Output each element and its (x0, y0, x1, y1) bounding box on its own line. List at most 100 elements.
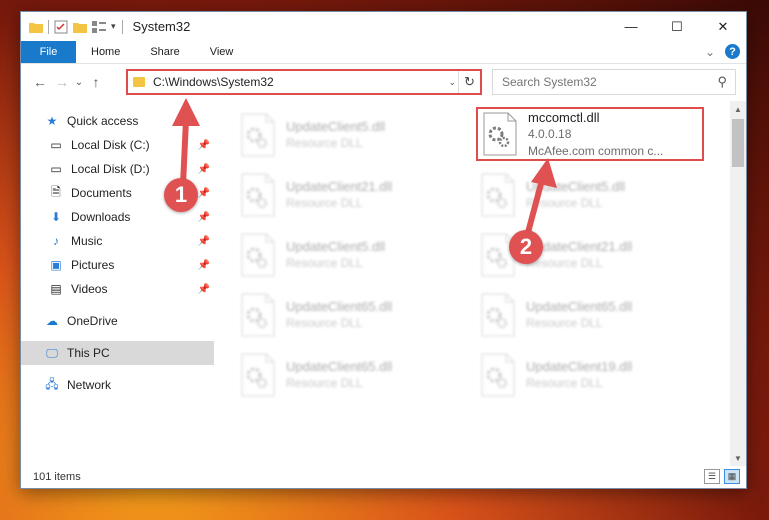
file-tile[interactable]: UpdateClient65.dll Resource DLL (476, 287, 708, 343)
customize-toolbar-icon[interactable]: ▾ (111, 21, 116, 32)
sidebar-item-label: Downloads (71, 210, 131, 224)
file-info: UpdateClient5.dll Resource DLL (286, 118, 385, 152)
up-button[interactable]: ↑ (85, 74, 107, 90)
ribbon-right-controls: ⌄ ? (705, 44, 740, 59)
file-tile[interactable]: UpdateClient65.dll Resource DLL (236, 347, 468, 403)
minimize-button[interactable]: — (608, 12, 654, 41)
sidebar-item-local-disk-c[interactable]: ▭ Local Disk (C:) 📌 (21, 133, 214, 157)
file-description: Resource DLL (286, 136, 363, 150)
sidebar-item-pictures[interactable]: ▣ Pictures 📌 (21, 253, 214, 277)
cloud-icon: ☁ (46, 314, 58, 328)
sidebar-item-videos[interactable]: ▤ Videos 📌 (21, 277, 214, 301)
tab-share[interactable]: Share (135, 41, 194, 63)
file-tile[interactable]: UpdateClient21.dll Resource DLL (236, 167, 468, 223)
dll-file-icon (241, 113, 275, 157)
item-count: 101 items (33, 471, 81, 483)
details-view-icon[interactable]: ☰ (704, 469, 720, 484)
file-tile-selected[interactable]: mccomctl.dll 4.0.0.18 McAfee.com common c.… (476, 107, 704, 161)
sidebar-item-label: Pictures (71, 258, 115, 272)
help-icon[interactable]: ? (725, 44, 740, 59)
file-description: Resource DLL (286, 316, 363, 330)
file-name: UpdateClient65.dll (286, 359, 393, 374)
address-path[interactable]: C:\Windows\System32 (153, 75, 274, 89)
search-box[interactable]: ⚲ (492, 69, 736, 95)
expand-ribbon-icon[interactable]: ⌄ (705, 45, 715, 59)
file-description: Resource DLL (526, 256, 603, 270)
dll-file-icon (241, 173, 275, 217)
sidebar-item-onedrive[interactable]: ☁ OneDrive (21, 309, 214, 333)
sidebar-item-label: Quick access (67, 114, 139, 128)
tab-home[interactable]: Home (76, 41, 135, 63)
sidebar-item-label: Documents (71, 186, 132, 200)
view-options-icon[interactable] (92, 20, 106, 33)
sidebar-item-label: Music (71, 234, 103, 248)
file-info: UpdateClient5.dll Resource DLL (526, 178, 625, 212)
tiles-view-icon[interactable]: ▦ (724, 469, 740, 484)
sidebar-item-quick-access[interactable]: ★ Quick access (21, 109, 214, 133)
pin-icon: 📌 (197, 187, 210, 199)
tab-view[interactable]: View (195, 41, 249, 63)
star-icon: ★ (46, 114, 58, 128)
forward-button[interactable]: → (51, 74, 73, 90)
file-name: UpdateClient5.dll (286, 119, 386, 134)
pin-icon: 📌 (197, 163, 210, 175)
file-info: UpdateClient5.dll Resource DLL (286, 238, 385, 272)
file-tile[interactable]: UpdateClient19.dll Resource DLL (476, 347, 708, 403)
dll-file-icon (483, 112, 517, 156)
file-tile[interactable]: UpdateClient5.dll Resource DLL (236, 227, 468, 283)
tab-file[interactable]: File (21, 41, 76, 63)
navigation-bar: ← → ⌄ ↑ C:\Windows\System32 ⌄ ↻ ⚲ (21, 64, 746, 100)
pin-icon: 📌 (197, 283, 210, 295)
file-info: UpdateClient65.dll Resource DLL (286, 298, 392, 332)
address-bar[interactable]: C:\Windows\System32 ⌄ ↻ (126, 69, 482, 95)
vertical-scrollbar[interactable]: ▲ ▼ (730, 101, 746, 466)
file-name: UpdateClient19.dll (526, 359, 633, 374)
back-button[interactable]: ← (29, 74, 51, 90)
videos-icon: ▤ (50, 282, 62, 296)
sidebar-item-label: Local Disk (C:) (71, 138, 150, 152)
window-title: System32 (132, 19, 191, 34)
sidebar-item-music[interactable]: ♪ Music 📌 (21, 229, 214, 253)
view-switcher: ☰ ▦ (704, 469, 740, 484)
sidebar-item-network[interactable]: 🖧 Network (21, 373, 214, 397)
close-button[interactable]: ✕ (700, 12, 746, 41)
folder-icon (29, 22, 43, 33)
file-tile[interactable]: UpdateClient5.dll Resource DLL (236, 107, 468, 163)
sidebar-item-label: This PC (67, 346, 110, 360)
refresh-button[interactable]: ↻ (458, 71, 480, 93)
properties-icon[interactable] (54, 20, 68, 34)
search-input[interactable] (502, 75, 702, 89)
quick-access-toolbar: ▾ (21, 19, 116, 34)
scroll-down-icon[interactable]: ▼ (730, 450, 746, 466)
toolbar-divider (48, 19, 49, 34)
address-dropdown-icon[interactable]: ⌄ (448, 77, 456, 88)
maximize-button[interactable]: ☐ (654, 12, 700, 41)
folder-icon (133, 77, 145, 87)
new-folder-icon[interactable] (73, 21, 87, 33)
music-icon: ♪ (53, 234, 59, 248)
file-description: Resource DLL (286, 256, 363, 270)
ribbon-tabs: File Home Share View ⌄ ? (21, 41, 746, 64)
window-controls: — ☐ ✕ (608, 12, 746, 41)
dll-file-icon (481, 353, 515, 397)
sidebar-item-local-disk-d[interactable]: ▭ Local Disk (D:) 📌 (21, 157, 214, 181)
title-bar: ▾ System32 — ☐ ✕ (21, 12, 746, 41)
file-info: UpdateClient21.dll Resource DLL (286, 178, 392, 212)
status-bar: 101 items ☰ ▦ (21, 466, 746, 488)
file-name: UpdateClient65.dll (286, 299, 393, 314)
file-name: UpdateClient21.dll (286, 179, 393, 194)
file-tile[interactable]: UpdateClient5.dll Resource DLL (476, 167, 708, 223)
file-info: UpdateClient65.dll Resource DLL (286, 358, 392, 392)
step-1-marker: 1 (164, 178, 198, 212)
file-tile[interactable]: UpdateClient65.dll Resource DLL (236, 287, 468, 343)
dll-file-icon (241, 293, 275, 337)
dll-file-icon (481, 293, 515, 337)
dll-file-icon (241, 233, 275, 277)
scroll-up-icon[interactable]: ▲ (730, 101, 746, 117)
recent-locations-button[interactable]: ⌄ (73, 77, 85, 88)
scrollbar-thumb[interactable] (732, 119, 744, 167)
file-name: mccomctl.dll (528, 109, 600, 125)
main-area: ★ Quick access ▭ Local Disk (C:) 📌 ▭ Loc… (21, 101, 746, 466)
sidebar-item-this-pc[interactable]: 🖵 This PC (21, 341, 214, 365)
file-description: Resource DLL (286, 376, 363, 390)
